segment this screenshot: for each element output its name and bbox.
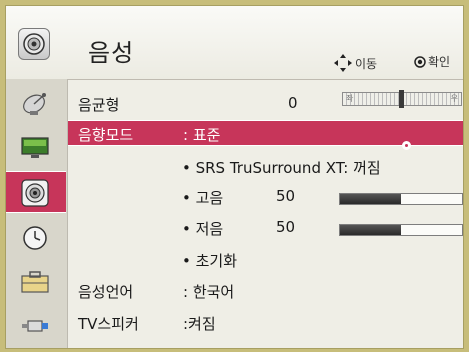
osd-panel: 음성 이동 확인 음균형 0 좌 우 음향모드: 표준 • SRS TruSu… [5,5,464,349]
sidebar-item-input[interactable] [6,305,66,347]
speaker-icon [21,179,49,207]
treble-value: 50 [276,187,296,205]
reset-setting[interactable]: • 초기화 [182,250,237,271]
sidebar-item-setup[interactable] [6,261,66,303]
ok-hint: 확인 [414,53,450,70]
sound-mode-label: 음향모드 [78,126,134,144]
treble-fill [340,194,401,204]
sidebar-item-picture[interactable] [6,127,66,169]
srs-setting[interactable]: • SRS TruSurround XT: 꺼짐 [182,157,381,178]
bass-fill [340,225,401,235]
menu-item-tv-speaker[interactable]: TV스피커 :켜짐 [68,308,463,336]
tv-speaker-value: :켜짐 [183,315,216,333]
bass-value: 50 [276,218,296,236]
treble-label[interactable]: • 고음 [182,187,223,208]
monitor-icon [21,137,49,158]
balance-right-label: 우 [450,94,458,103]
category-sidebar [6,79,68,348]
move-hint: 이동 [333,53,377,73]
connector-icon [22,320,48,332]
tv-speaker-label: TV스피커 [78,315,139,333]
sound-mode-value: : 표준 [183,126,221,144]
menu-item-audio-language[interactable]: 음성언어 : 한국어 [68,276,463,304]
audio-language-label: 음성언어 [78,283,134,301]
ok-hint-label: 확인 [428,55,451,69]
dpad-icon [334,54,352,72]
equalizer-label: 음균형 [78,96,120,114]
move-hint-label: 이동 [355,56,378,71]
menu-header: 음성 이동 확인 [6,6,463,80]
selected-radio [402,141,411,150]
audio-language-value: : 한국어 [183,283,235,301]
balance-marker[interactable] [399,90,404,108]
osd-frame: 음성 이동 확인 음균형 0 좌 우 음향모드: 표준 • SRS TruSu… [0,0,469,352]
bass-label[interactable]: • 저음 [182,218,223,239]
speaker-icon [18,28,50,60]
sidebar-item-sound[interactable] [6,171,66,213]
bass-slider[interactable] [339,224,463,236]
ok-button-icon [414,55,426,68]
sidebar-item-channel[interactable] [6,83,66,125]
equalizer-value: 0 [288,94,298,112]
sidebar-item-time[interactable] [6,217,66,259]
treble-slider[interactable] [339,193,463,205]
balance-left-label: 좌 [346,94,354,103]
toolbox-icon [21,271,49,293]
clock-icon [23,226,47,250]
page-title: 음성 [88,39,135,67]
satellite-dish-icon [23,93,46,115]
balance-slider[interactable]: 좌 우 [342,90,462,108]
